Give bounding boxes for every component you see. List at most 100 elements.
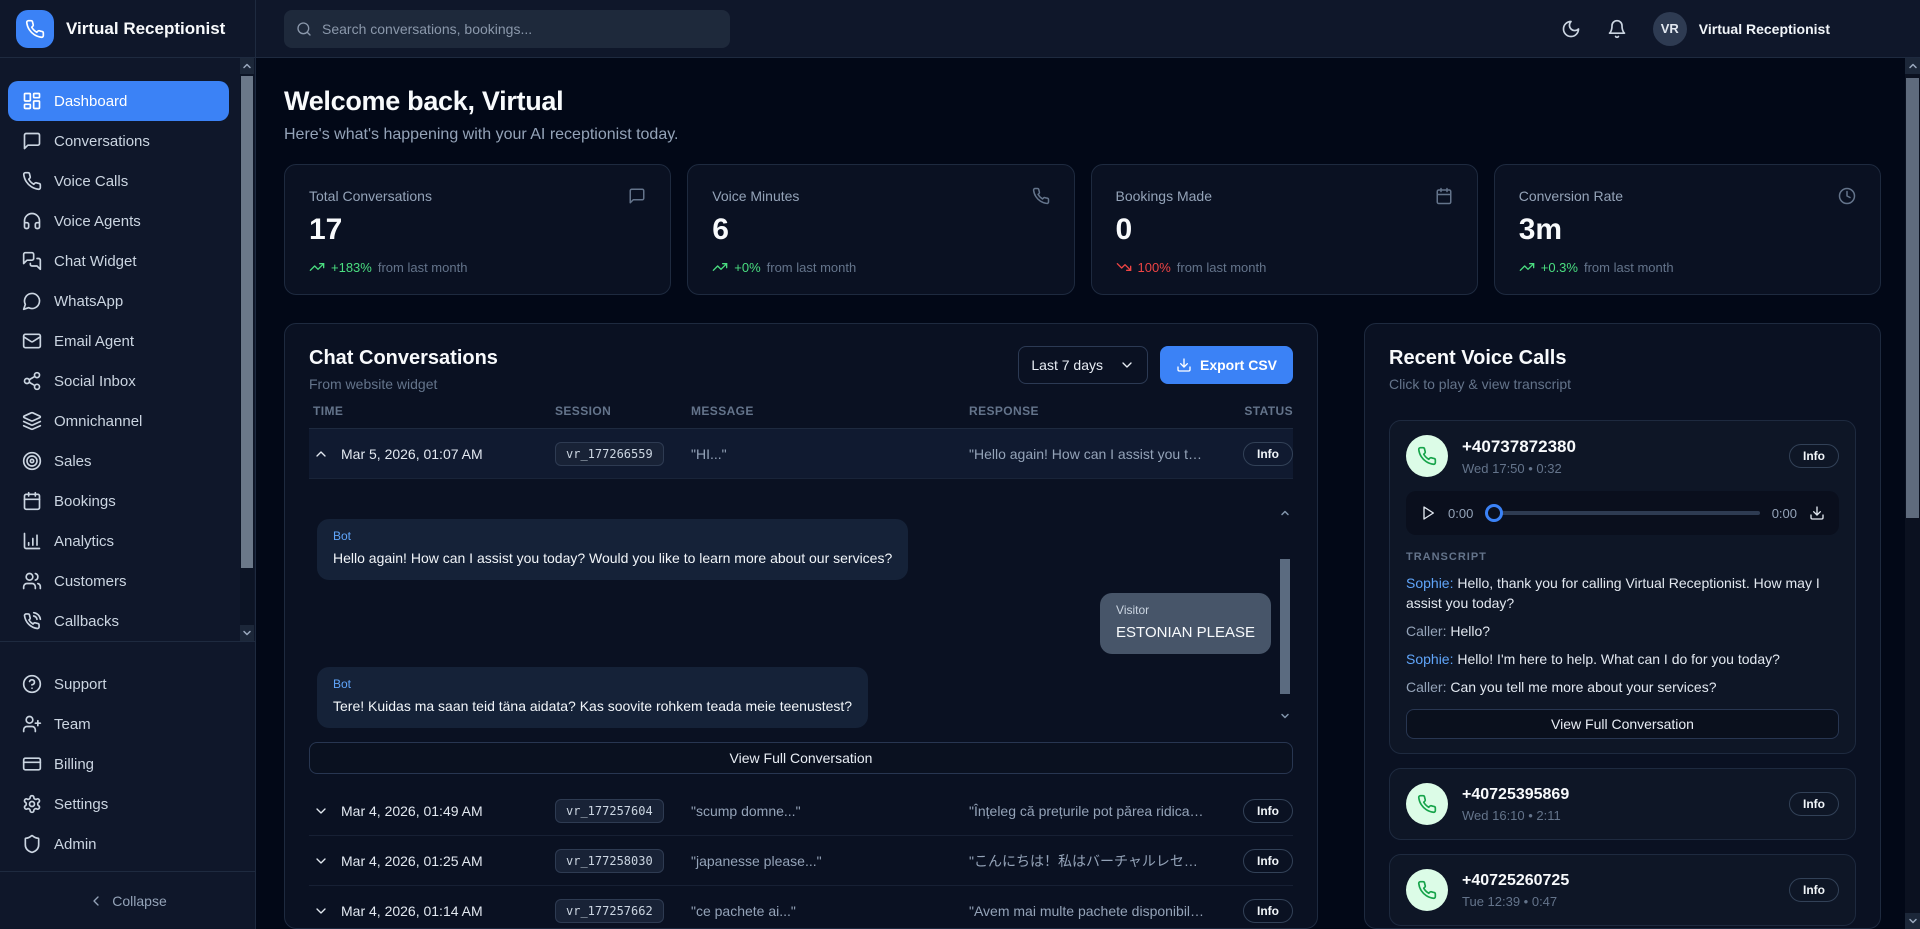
stat-card-voice-minutes: Voice Minutes 6 +0% from last month [687,164,1074,295]
row-time: Mar 4, 2026, 01:25 AM [341,853,483,869]
sidebar-item-analytics[interactable]: Analytics [8,521,229,561]
stat-label: Total Conversations [309,188,432,204]
scrollbar-thumb[interactable] [241,76,253,568]
chevron-down-icon[interactable] [313,853,329,869]
theme-toggle-button[interactable] [1561,19,1581,39]
stat-delta: 100% [1138,260,1171,275]
sidebar-item-team[interactable]: Team [8,704,229,744]
user-menu[interactable]: VR Virtual Receptionist [1653,12,1830,46]
info-badge[interactable]: Info [1789,444,1839,468]
download-icon [1176,357,1192,373]
chevron-down-icon[interactable] [313,903,329,919]
credit-card-icon [22,754,42,774]
transcript-text: Can you tell me more about your services… [1450,679,1716,695]
voice-call-card[interactable]: +40725395869 Wed 16:10 • 2:11 Info [1389,768,1856,840]
sidebar-item-settings[interactable]: Settings [8,784,229,824]
call-avatar [1406,435,1448,477]
sidebar-item-label: Dashboard [54,93,127,110]
info-badge[interactable]: Info [1243,442,1293,466]
notifications-button[interactable] [1607,19,1627,39]
users-icon [22,571,42,591]
recent-voice-calls-panel: Recent Voice Calls Click to play & view … [1364,323,1881,929]
stat-delta-suffix: from last month [378,260,468,275]
conversation-scrollbar[interactable] [1279,507,1291,722]
sidebar-item-customers[interactable]: Customers [8,561,229,601]
table-row[interactable]: Mar 4, 2026, 01:14 AM vr_177257662 "ce p… [309,886,1293,929]
info-badge[interactable]: Info [1243,849,1293,873]
row-time: Mar 5, 2026, 01:07 AM [341,446,483,462]
chat-conversations-panel: Chat Conversations From website widget L… [284,323,1318,929]
voice-call-card[interactable]: +40725260725 Tue 12:39 • 0:47 Info [1389,854,1856,926]
chevron-up-icon[interactable] [313,446,329,462]
sidebar-item-omnichannel[interactable]: Omnichannel [8,401,229,441]
info-badge[interactable]: Info [1789,792,1839,816]
scrollbar-thumb[interactable] [1906,78,1919,518]
mail-icon [22,331,42,351]
sidebar-item-billing[interactable]: Billing [8,744,229,784]
bubble-sender: Bot [333,677,852,691]
table-row[interactable]: Mar 5, 2026, 01:07 AM vr_177266559 "HI..… [309,429,1293,479]
player-seek-slider[interactable] [1485,504,1759,522]
bot-message-bubble: Bot Tere! Kuidas ma saan teid täna aidat… [317,667,868,728]
scrollbar-up-icon[interactable] [1905,58,1920,74]
transcript-line: Sophie: Hello, thank you for calling Vir… [1406,573,1839,613]
table-row[interactable]: Mar 4, 2026, 01:49 AM vr_177257604 "scum… [309,786,1293,836]
expanded-conversation: Bot Hello again! How can I assist you to… [309,479,1293,732]
calendar-icon [22,491,42,511]
table-row[interactable]: Mar 4, 2026, 01:25 AM vr_177258030 "japa… [309,836,1293,886]
row-response: "Înțeleg că prețurile pot părea ridicate… [969,803,1221,819]
phone-icon [22,171,42,191]
sidebar-item-email-agent[interactable]: Email Agent [8,321,229,361]
scrollbar-down-icon[interactable] [1905,913,1920,929]
info-badge[interactable]: Info [1243,799,1293,823]
sidebar-item-voice-calls[interactable]: Voice Calls [8,161,229,201]
chevron-down-icon[interactable] [313,803,329,819]
column-message: MESSAGE [691,404,969,418]
info-badge[interactable]: Info [1243,899,1293,923]
info-badge[interactable]: Info [1789,878,1839,902]
scrollbar-down-icon[interactable] [240,625,254,641]
brand-name: Virtual Receptionist [66,19,225,39]
slider-knob[interactable] [1485,504,1503,522]
sidebar-item-chat-widget[interactable]: Chat Widget [8,241,229,281]
download-icon[interactable] [1809,505,1825,521]
scrollbar-thumb[interactable] [1280,559,1290,694]
stat-label: Voice Minutes [712,188,799,204]
search-input[interactable] [322,21,718,37]
scrollbar-down-icon[interactable] [1279,710,1291,722]
page-scrollbar[interactable] [1905,58,1920,929]
sidebar-item-voice-agents[interactable]: Voice Agents [8,201,229,241]
sidebar-scrollbar[interactable] [240,58,254,641]
sidebar-item-label: Voice Calls [54,173,128,190]
scrollbar-up-icon[interactable] [1279,507,1291,519]
stat-card-bookings-made: Bookings Made 0 100% from last month [1091,164,1478,295]
row-response: "Hello again! How can I assist you toda.… [969,446,1221,462]
sidebar-item-support[interactable]: Support [8,664,229,704]
column-response: RESPONSE [969,404,1221,418]
collapse-button[interactable]: Collapse [0,871,255,929]
sidebar-item-admin[interactable]: Admin [8,824,229,864]
sidebar-item-dashboard[interactable]: Dashboard [8,81,229,121]
row-time: Mar 4, 2026, 01:49 AM [341,803,483,819]
sidebar-item-conversations[interactable]: Conversations [8,121,229,161]
trending-up-icon [712,259,728,275]
bubble-text: Hello again! How can I assist you today?… [333,549,892,568]
export-csv-button[interactable]: Export CSV [1160,346,1293,384]
view-full-conversation-button[interactable]: View Full Conversation [309,742,1293,774]
sidebar-item-label: Callbacks [54,613,119,630]
voice-call-card[interactable]: +40737872380 Wed 17:50 • 0:32 Info 0:00 [1389,420,1856,754]
sidebar-item-bookings[interactable]: Bookings [8,481,229,521]
sidebar-item-whatsapp[interactable]: WhatsApp [8,281,229,321]
scrollbar-up-icon[interactable] [240,58,254,74]
sidebar-item-social-inbox[interactable]: Social Inbox [8,361,229,401]
sidebar-item-sales[interactable]: Sales [8,441,229,481]
play-icon[interactable] [1420,505,1436,521]
message-square-icon [628,187,646,205]
sidebar-item-label: Omnichannel [54,413,142,430]
view-full-conversation-button[interactable]: View Full Conversation [1406,709,1839,739]
stat-delta: +0% [734,260,760,275]
row-message: "ce pachete ai..." [691,903,969,919]
date-range-select[interactable]: Last 7 days [1018,346,1148,384]
sidebar-item-callbacks[interactable]: Callbacks [8,601,229,641]
sidebar-item-label: Team [54,716,91,733]
